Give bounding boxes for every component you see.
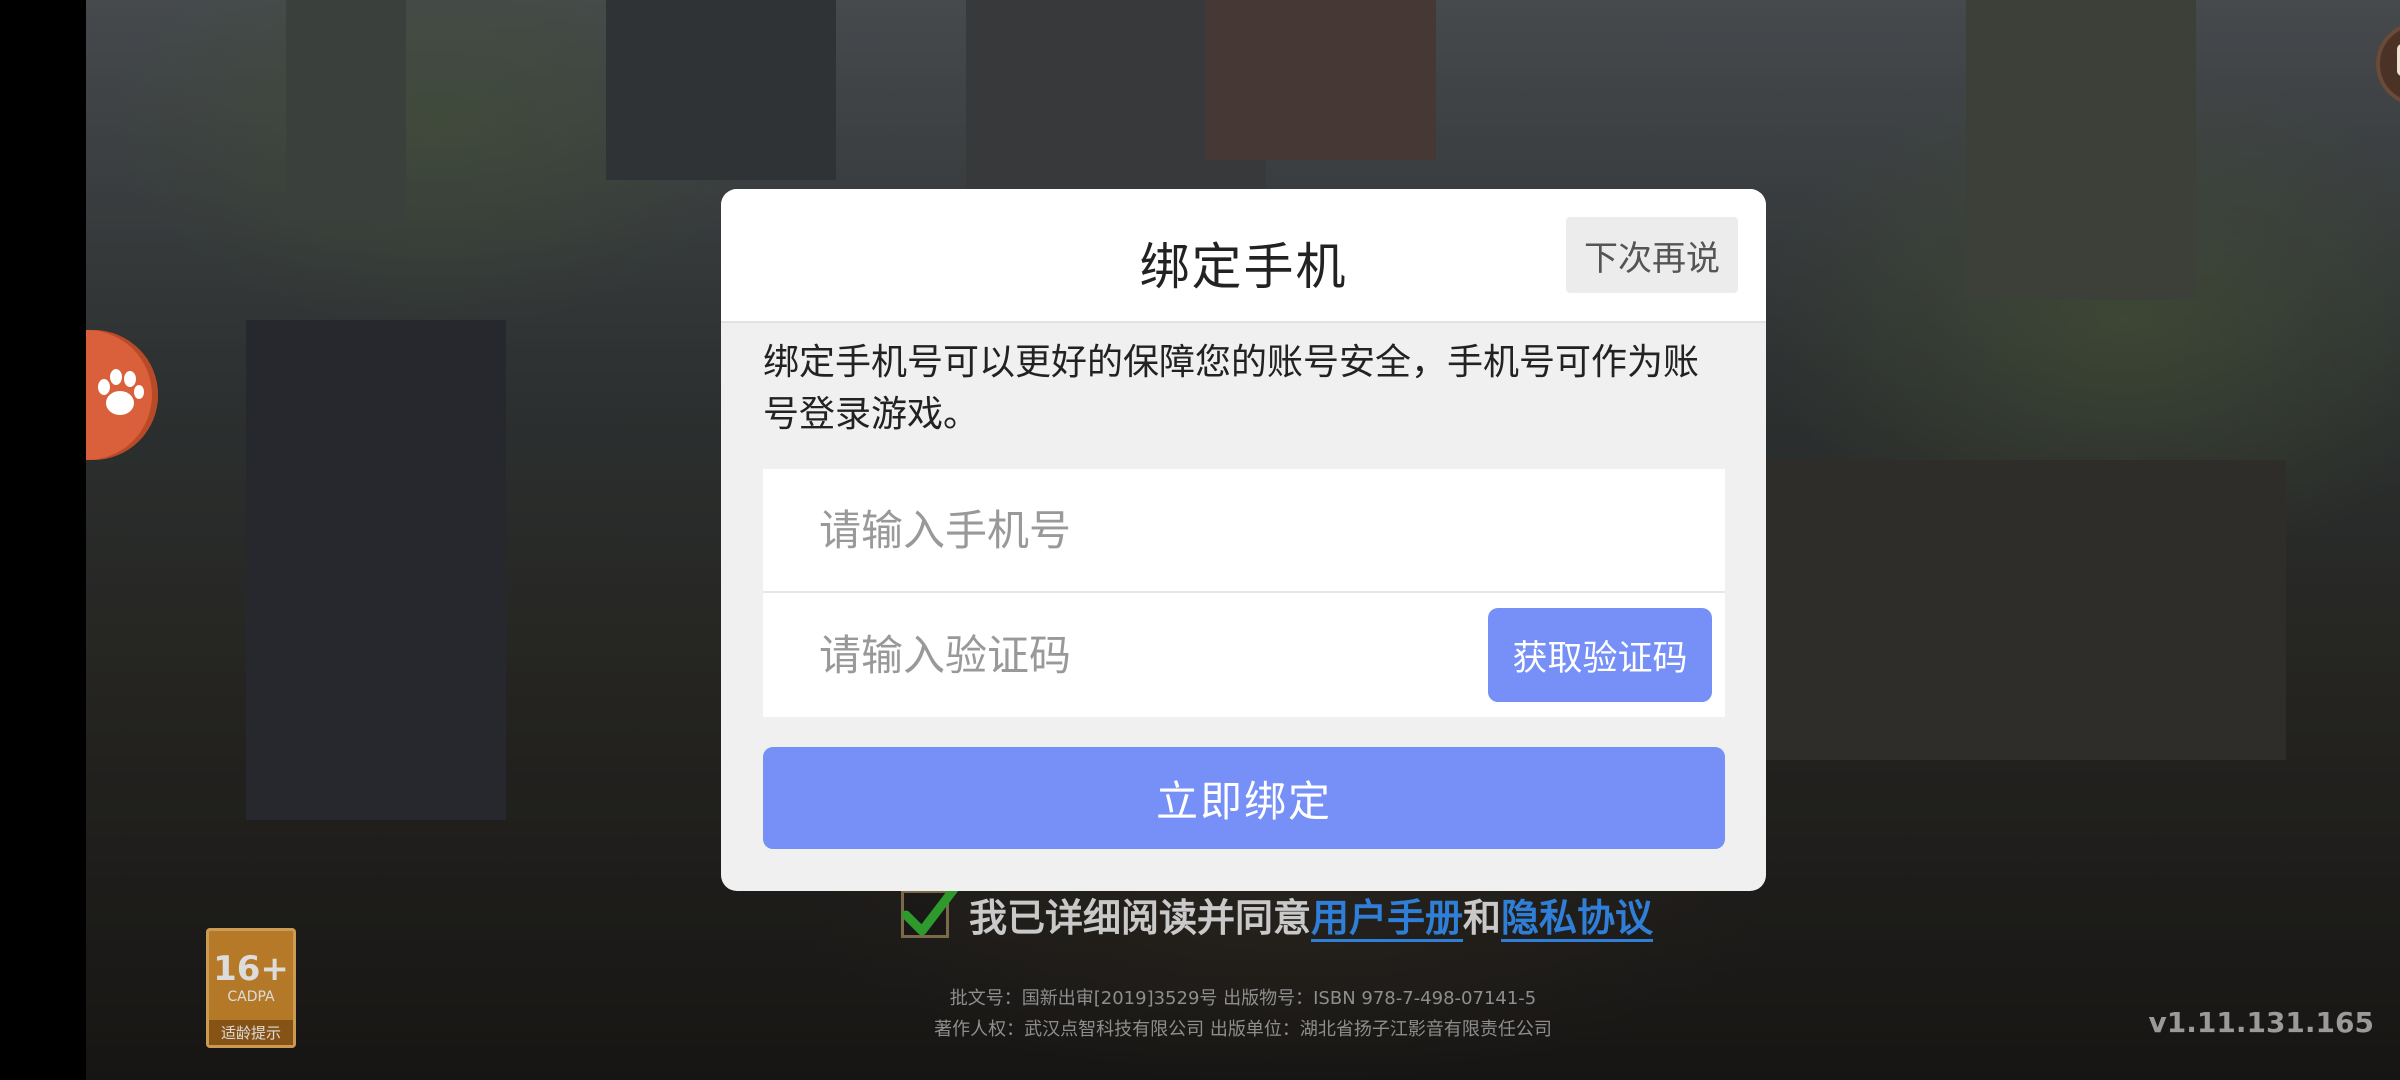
dialog-description: 绑定手机号可以更好的保障您的账号安全，手机号可作为账号登录游戏。 [763, 342, 1700, 435]
age-rating-badge[interactable]: 16+ CADPA 适龄提示 [206, 928, 296, 1048]
consent-row: 我已详细阅读并同意用户手册和隐私协议 [901, 884, 1653, 940]
age-rating-org: CADPA [227, 989, 275, 1005]
bind-form: 获取验证码 [763, 469, 1725, 717]
age-rating-value: 16+ [213, 949, 289, 989]
user-manual-link[interactable]: 用户手册 [1311, 896, 1463, 940]
verification-code-input[interactable] [819, 630, 1419, 680]
phone-input[interactable] [819, 505, 1419, 555]
skip-button[interactable]: 下次再说 [1566, 217, 1738, 293]
version-label: v1.11.131.165 [2148, 1006, 2374, 1039]
legal-line-1: 批文号：国新出审[2019]3529号 出版物号：ISBN 978-7-498-… [949, 988, 1537, 1009]
consent-text: 我已详细阅读并同意 [969, 895, 1312, 940]
get-code-button[interactable]: 获取验证码 [1488, 608, 1712, 702]
bind-now-button[interactable]: 立即绑定 [763, 747, 1725, 849]
legal-line-2: 著作人权：武汉点智科技有限公司 出版单位：湖北省扬子江影音有限责任公司 [934, 1019, 1552, 1040]
privacy-policy-link[interactable]: 隐私协议 [1501, 896, 1653, 940]
consent-checkbox[interactable] [901, 884, 959, 938]
code-field-row: 获取验证码 [763, 593, 1725, 717]
phone-field-row [763, 469, 1725, 593]
consent-conjunction: 和 [1463, 895, 1502, 940]
age-rating-tip: 适龄提示 [209, 1020, 293, 1045]
bind-phone-dialog: 绑定手机 下次再说 绑定手机号可以更好的保障您的账号安全，手机号可作为账号登录游… [721, 189, 1766, 891]
dialog-header: 绑定手机 下次再说 [721, 189, 1766, 323]
